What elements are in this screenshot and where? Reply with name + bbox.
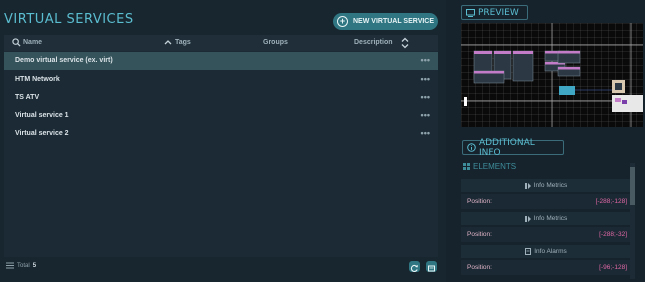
row-name: Virtual service 2: [15, 130, 69, 137]
sort-icon[interactable]: [401, 37, 409, 49]
row-menu-icon[interactable]: •••: [421, 92, 430, 102]
plus-circle-icon: +: [337, 16, 348, 27]
sort-up-icon[interactable]: [164, 38, 172, 46]
table-header: Name Tags Groups Description: [4, 35, 438, 51]
alarm-icon: [525, 248, 532, 255]
element-type-label: Info Metrics: [533, 215, 568, 222]
refresh-button[interactable]: [409, 261, 420, 272]
column-name[interactable]: Name: [23, 39, 42, 46]
element-position: Position: [-288;-32]: [461, 227, 631, 242]
position-value: [-288;-128]: [595, 198, 627, 205]
element-position: Position: [-288;-128]: [461, 194, 631, 209]
table-row[interactable]: Demo virtual service (ex. virt) •••: [4, 52, 438, 70]
table-row[interactable]: HTM Network •••: [4, 71, 438, 89]
position-label: Position:: [467, 231, 492, 238]
refresh-icon: [410, 264, 418, 272]
preview-diagram: [461, 23, 643, 127]
elements-header: ELEMENTS: [463, 162, 516, 171]
element-info-card[interactable]: Info Metrics Position: [-288;-32]: [461, 212, 631, 242]
details-panel: PREVIEW ADDITIONAL INFO ELEMENTS Info Me…: [456, 0, 645, 282]
elements-title: ELEMENTS: [473, 162, 517, 171]
row-name: TS ATV: [15, 94, 40, 101]
metrics-icon: [524, 215, 531, 222]
position-label: Position:: [467, 264, 492, 271]
table-row[interactable]: Virtual service 2 •••: [4, 125, 438, 143]
info-scrollbar[interactable]: [630, 163, 635, 279]
row-menu-icon[interactable]: •••: [421, 74, 430, 84]
info-icon: [467, 143, 476, 152]
element-type: Info Alarms: [461, 245, 631, 258]
export-icon: [428, 265, 435, 272]
monitor-icon: [466, 8, 475, 17]
total-value: 5: [32, 262, 37, 269]
column-description[interactable]: Description: [354, 39, 393, 46]
element-type-label: Info Metrics: [533, 182, 568, 189]
export-button[interactable]: [426, 261, 437, 272]
new-virtual-service-label: NEW VIRTUAL SERVICE: [353, 18, 435, 25]
element-position: Position: [-96;-128]: [461, 260, 631, 275]
position-value: [-288;-32]: [599, 231, 627, 238]
column-tags[interactable]: Tags: [175, 39, 191, 46]
scrollbar-thumb[interactable]: [630, 167, 635, 205]
page-title: VIRTUAL SERVICES: [4, 12, 134, 27]
element-type: Info Metrics: [461, 212, 631, 225]
total-count: Total 5: [6, 262, 36, 269]
additional-info-title: ADDITIONAL INFO: [478, 137, 535, 158]
services-table: Name Tags Groups Description Demo virtua…: [4, 35, 438, 257]
additional-info-header: ADDITIONAL INFO: [462, 137, 564, 158]
total-label: Total: [17, 262, 30, 269]
element-info-card[interactable]: Info Alarms Position: [-96;-128]: [461, 245, 631, 275]
new-virtual-service-button[interactable]: + NEW VIRTUAL SERVICE: [333, 13, 438, 30]
row-name: Virtual service 1: [15, 112, 69, 119]
column-groups[interactable]: Groups: [263, 39, 288, 46]
table-row[interactable]: Virtual service 1 •••: [4, 107, 438, 125]
table-row[interactable]: TS ATV •••: [4, 89, 438, 107]
metrics-icon: [524, 182, 531, 189]
list-icon: [6, 262, 14, 269]
row-menu-icon[interactable]: •••: [421, 110, 430, 120]
preview-header: PREVIEW: [461, 5, 528, 20]
service-preview-canvas[interactable]: [461, 23, 643, 127]
preview-title: PREVIEW: [478, 7, 519, 18]
row-name: Demo virtual service (ex. virt): [15, 57, 113, 64]
row-menu-icon[interactable]: •••: [421, 128, 430, 138]
element-info-card[interactable]: Info Metrics Position: [-288;-128]: [461, 179, 631, 209]
position-label: Position:: [467, 198, 492, 205]
virtual-services-panel: VIRTUAL SERVICES + NEW VIRTUAL SERVICE N…: [0, 0, 446, 282]
search-icon[interactable]: [12, 38, 21, 47]
element-type-label: Info Alarms: [534, 248, 567, 255]
element-type: Info Metrics: [461, 179, 631, 192]
row-menu-icon[interactable]: •••: [421, 55, 430, 65]
grid-icon: [463, 163, 470, 170]
position-value: [-96;-128]: [599, 264, 627, 271]
row-name: HTM Network: [15, 76, 60, 83]
